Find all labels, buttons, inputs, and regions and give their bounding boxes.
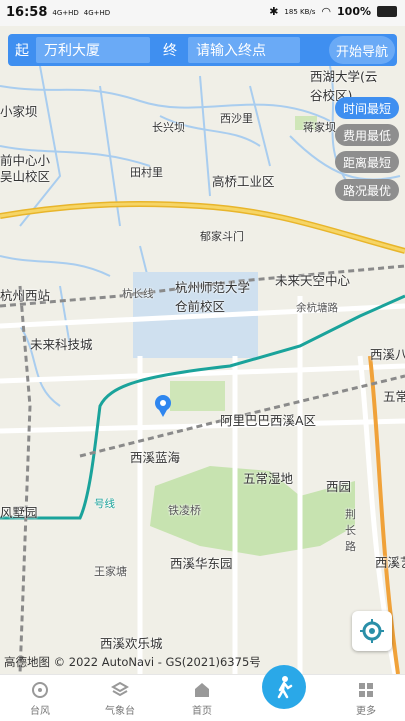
place-label: 余杭塘路	[296, 302, 338, 314]
map-copyright: 高德地图 © 2022 AutoNavi - GS(2021)6375号	[4, 655, 261, 669]
nav-typhoon-label: 台风	[30, 706, 50, 717]
place-label: 王家塘	[94, 565, 127, 578]
place-label: 杭长线	[122, 288, 154, 300]
place-label: 号线	[94, 498, 115, 510]
option-fastest[interactable]: 时间最短	[335, 97, 399, 119]
nav-home-label: 首页	[192, 706, 212, 717]
walking-person-icon	[277, 676, 293, 699]
nav-weather-station[interactable]: 气象台	[90, 677, 150, 721]
nav-more-label: 更多	[356, 706, 376, 717]
place-label: 高桥工业区	[212, 174, 275, 189]
typhoon-icon	[32, 682, 48, 698]
place-label: 铁凌桥	[168, 504, 201, 517]
walk-navigation-button[interactable]	[262, 665, 306, 709]
place-label: 荆长路	[345, 508, 356, 553]
place-label: 西溪蓝海	[130, 450, 181, 465]
layers-icon	[111, 681, 129, 697]
place-label: 杭州师范大学仓前校区	[175, 280, 251, 314]
end-input[interactable]: 请输入终点	[188, 37, 300, 63]
bluetooth-icon: ✱	[269, 5, 279, 18]
place-label: 小家坝	[0, 104, 38, 119]
start-label: 起	[15, 43, 29, 59]
signal-icon-2: 4G+HD	[83, 8, 111, 17]
start-input[interactable]: 万利大厦	[36, 37, 150, 63]
nav-home[interactable]: 首页	[172, 677, 232, 721]
signal-icon-1: 4G+HD	[52, 8, 79, 17]
bottom-nav: 台风 气象台 首页 更多	[0, 665, 405, 721]
start-navigation-button[interactable]: 开始导航	[329, 36, 395, 64]
battery-icon	[377, 6, 397, 17]
home-icon	[195, 683, 209, 697]
place-label: 未来天空中心	[275, 273, 351, 288]
more-grid-icon	[359, 683, 373, 697]
place-label: 蒋家坝	[303, 121, 336, 134]
nav-weather-station-label: 气象台	[105, 706, 135, 717]
option-cheapest[interactable]: 费用最低	[335, 124, 399, 146]
place-label: 西溪艺	[375, 555, 405, 570]
place-label: 长兴坝	[152, 121, 185, 134]
place-label: 阿里巴巴西溪A区	[220, 413, 317, 428]
place-label: 五常湿地	[243, 471, 294, 486]
status-time: 16:58	[6, 5, 48, 20]
network-speed: 185 KB/s	[284, 7, 316, 16]
option-best-traffic[interactable]: 路况最优	[335, 179, 399, 201]
place-label: 未来科技城	[30, 337, 93, 352]
locate-icon	[360, 619, 384, 643]
place-label: 五常	[383, 389, 405, 404]
place-label: 西溪欢乐城	[100, 636, 163, 651]
place-label: 西溪华东园	[170, 556, 233, 571]
place-label: 郁家斗门	[200, 230, 244, 243]
place-label: 风墅园	[0, 505, 38, 520]
place-label: 西园	[326, 479, 352, 494]
place-label: 西沙里	[220, 112, 253, 125]
place-label: 西溪八	[370, 347, 405, 362]
nav-typhoon[interactable]: 台风	[10, 677, 70, 721]
wifi-icon: ◠	[321, 5, 332, 18]
battery-text: 100%	[337, 5, 371, 18]
place-label: 吴山校区	[0, 169, 51, 184]
status-bar: 16:58 4G+HD 4G+HD ✱ 185 KB/s ◠ 100%	[0, 0, 405, 26]
option-shortest[interactable]: 距离最短	[335, 151, 399, 173]
nav-more[interactable]: 更多	[336, 677, 396, 721]
place-label: 杭州西站	[0, 288, 51, 303]
route-search-bar: 起 万利大厦 终 请输入终点 开始导航	[8, 34, 397, 66]
locate-button[interactable]	[352, 611, 392, 651]
place-label: 田村里	[130, 166, 163, 179]
end-label: 终	[163, 43, 177, 59]
